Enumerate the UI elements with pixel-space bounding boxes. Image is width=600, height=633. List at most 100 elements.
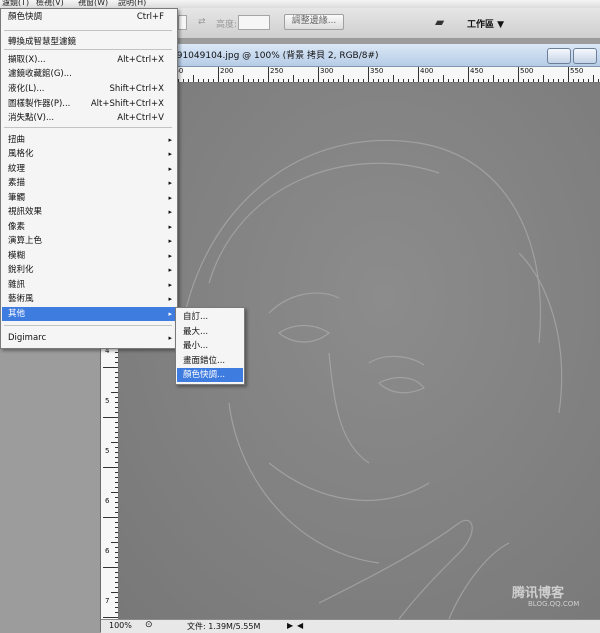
ruler-tick <box>408 79 409 82</box>
ruler-tick <box>115 512 118 513</box>
ruler-tick <box>115 487 118 488</box>
ruler-label: 400 <box>420 67 434 75</box>
ruler-tick <box>413 79 414 82</box>
ruler-tick <box>115 562 118 563</box>
ruler-tick <box>103 517 118 518</box>
filter-menu-item[interactable]: 模糊 ▸ <box>2 249 176 263</box>
minimize-button[interactable] <box>547 48 571 64</box>
workspace-button[interactable]: 工作區 ▼ <box>467 17 504 30</box>
ruler-tick <box>393 75 394 82</box>
ruler-tick <box>115 602 118 603</box>
menu-item-label: 最小... <box>183 341 209 351</box>
menu-item-label: 最大... <box>183 326 209 337</box>
ruler-tick <box>218 67 219 82</box>
ruler-tick <box>203 79 204 82</box>
menu-filter[interactable]: 濾鏡(T) <box>2 0 29 8</box>
ruler-tick <box>288 79 289 82</box>
filter-menu-item[interactable]: 轉換成智慧型濾鏡 <box>2 35 176 49</box>
filter-menu-item[interactable]: 其他 ▸ <box>2 307 176 321</box>
workspace-icon[interactable]: ▰ <box>435 15 444 29</box>
ruler-tick <box>233 79 234 82</box>
ruler-tick <box>483 79 484 82</box>
filter-menu-item[interactable]: 顏色快調 Ctrl+F <box>2 10 176 24</box>
filter-menu-item[interactable]: 素描 ▸ <box>2 176 176 190</box>
zoom-level[interactable]: 100% <box>109 621 132 630</box>
ruler-tick <box>343 75 344 82</box>
ruler-tick <box>111 392 118 393</box>
filter-menu-item[interactable]: 藝術風 ▸ <box>2 292 176 306</box>
filter-menu-item[interactable]: 濾鏡收藏館(G)... <box>2 67 176 81</box>
menu-item-shortcut: Alt+Shift+Ctrl+X <box>90 99 164 109</box>
filter-menu-item[interactable]: 筆觸 ▸ <box>2 191 176 205</box>
ruler-tick <box>468 67 469 82</box>
ruler-tick <box>115 452 118 453</box>
filter-menu-item[interactable]: 紋理 ▸ <box>2 162 176 176</box>
ruler-tick <box>583 79 584 82</box>
menu-view[interactable]: 檢視(V) <box>36 0 64 8</box>
ruler-tick <box>103 617 118 618</box>
filter-menu-item[interactable]: 視訊效果 ▸ <box>2 205 176 219</box>
filter-menu-item[interactable]: 液化(L)... Shift+Ctrl+X <box>2 82 176 96</box>
menu-window[interactable]: 視窗(W) <box>78 0 108 8</box>
menu-item-shortcut: Ctrl+F <box>136 12 164 22</box>
filter-menu-item[interactable]: 扭曲 ▸ <box>2 133 176 147</box>
ruler-label: 7 <box>105 597 110 605</box>
ruler-tick <box>115 527 118 528</box>
ruler-tick <box>115 397 118 398</box>
other-submenu-item[interactable]: 最大... <box>177 325 243 339</box>
ruler-tick <box>283 79 284 82</box>
menu-item-label: 扭曲 <box>8 135 26 145</box>
menu-item-label: 圖樣製作器(P)... <box>8 99 71 109</box>
ruler-tick <box>115 357 118 358</box>
filter-menu-item[interactable]: 像素 ▸ <box>2 220 176 234</box>
filter-menu-item[interactable]: 銳利化 ▸ <box>2 263 176 277</box>
maximize-button[interactable] <box>573 48 597 64</box>
other-submenu-item[interactable]: 自訂... <box>177 310 243 324</box>
filter-menu: 顏色快調 Ctrl+F 轉換成智慧型濾鏡擷取(X)... Alt+Ctrl+X 濾鏡收藏… <box>0 8 178 349</box>
menu-item-label: 液化(L)... <box>8 84 45 94</box>
ruler-tick <box>228 79 229 82</box>
other-submenu: 自訂... 最大... 最小... 畫面錯位... 顏色快調... <box>175 307 245 385</box>
ruler-tick <box>588 79 589 82</box>
status-menu-icon[interactable]: ⊙ <box>145 620 153 630</box>
adjust-edge-button[interactable]: 調整邊緣... <box>284 14 344 30</box>
menu-item-label: 雜訊 <box>8 280 26 290</box>
filter-menu-item[interactable]: 雜訊 ▸ <box>2 278 176 292</box>
filter-menu-item[interactable]: Digimarc ▸ <box>2 331 176 345</box>
ruler-tick <box>111 442 118 443</box>
ruler-tick <box>463 79 464 82</box>
ruler-tick <box>115 407 118 408</box>
ruler-tick <box>458 79 459 82</box>
ruler-tick <box>523 79 524 82</box>
ruler-label: 250 <box>270 67 284 75</box>
ruler-tick <box>448 79 449 82</box>
menu-item-label: 擷取(X)... <box>8 55 46 65</box>
other-submenu-item[interactable]: 最小... <box>177 339 243 353</box>
ruler-tick <box>423 79 424 82</box>
ruler-tick <box>111 542 118 543</box>
ruler-tick <box>115 547 118 548</box>
filter-menu-item[interactable]: 圖樣製作器(P)... Alt+Shift+Ctrl+X <box>2 97 176 111</box>
ruler-label: 5 <box>105 397 110 405</box>
height-field[interactable] <box>238 15 270 30</box>
menu-item-label: 其他 <box>8 309 26 319</box>
menu-item-shortcut: Alt+Ctrl+X <box>117 55 164 65</box>
scroll-left-icon[interactable]: ◀ <box>297 621 303 630</box>
submenu-arrow-icon: ▸ <box>168 223 172 231</box>
ruler-tick <box>388 79 389 82</box>
ruler-tick <box>548 79 549 82</box>
other-submenu-item[interactable]: 顏色快調... <box>177 368 243 382</box>
status-arrow-icon[interactable]: ▶ <box>287 621 293 630</box>
ruler-tick <box>115 432 118 433</box>
filter-menu-item[interactable]: 演算上色 ▸ <box>2 234 176 248</box>
menu-help[interactable]: 說明(H) <box>118 0 146 8</box>
height-label: 高度: <box>216 20 238 30</box>
filter-menu-item[interactable]: 擷取(X)... Alt+Ctrl+X <box>2 53 176 67</box>
width-field[interactable] <box>178 15 187 30</box>
ruler-tick <box>115 557 118 558</box>
menu-separator <box>4 49 172 50</box>
other-submenu-item[interactable]: 畫面錯位... <box>177 354 243 368</box>
swap-icon[interactable]: ⇄ <box>198 17 206 27</box>
filter-menu-item[interactable]: 消失點(V)... Alt+Ctrl+V <box>2 111 176 125</box>
filter-menu-item[interactable]: 風格化 ▸ <box>2 147 176 161</box>
